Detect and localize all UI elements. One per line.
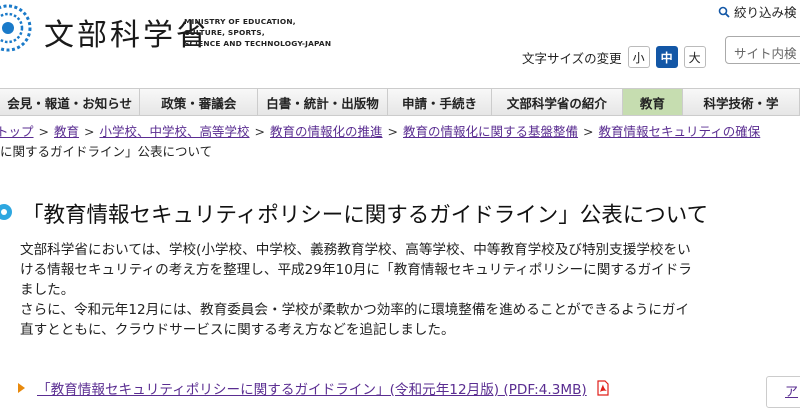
nav-item-about[interactable]: 文部科学省の紹介	[492, 89, 623, 115]
font-size-label: 文字サイズの変更	[522, 50, 622, 66]
refine-search-label: 絞り込み検	[734, 5, 797, 20]
body-paragraph-line: さらに、令和元年12月には、教育委員会・学校が柔軟かつ効率的に環境整備を進めるこ…	[20, 302, 690, 318]
nav-item-press[interactable]: 会見・報道・お知らせ	[0, 89, 141, 115]
body-paragraph-line: ける情報セキュリティの考え方を整理し、平成29年10月に「教育情報セキュリティポ…	[20, 262, 692, 278]
nav-item-publications[interactable]: 白書・統計・出版物	[258, 89, 388, 115]
breadcrumb-link-schools[interactable]: 小学校、中学校、高等学校	[100, 124, 250, 139]
breadcrumb-current: に関するガイドライン」公表について	[0, 144, 213, 159]
guideline-pdf-link[interactable]: 「教育情報セキュリティポリシーに関するガイドライン」(令和元年12月版) (PD…	[37, 378, 587, 398]
breadcrumb-link-infrastructure[interactable]: 教育の情報化に関する基盤整備	[403, 124, 578, 139]
nav-item-procedures[interactable]: 申請・手続き	[387, 89, 493, 115]
font-size-large-button[interactable]: 大	[683, 46, 706, 68]
body-paragraph-line: ました。	[20, 282, 75, 298]
breadcrumb-link-security[interactable]: 教育情報セキュリティの確保	[599, 124, 761, 139]
font-size-switcher: 文字サイズの変更 小 中 大	[522, 46, 706, 68]
nav-item-science[interactable]: 科学技術・学	[683, 89, 800, 115]
page-title-row: 「教育情報セキュリティポリシーに関するガイドライン」公表について	[0, 196, 800, 228]
site-header: 文部科学省 MINISTRY OF EDUCATION, CULTURE, SP…	[0, 0, 800, 88]
font-size-small-button[interactable]: 小	[627, 46, 650, 68]
pdf-download-row: 「教育情報セキュリティポリシーに関するガイドライン」(令和元年12月版) (PD…	[18, 378, 611, 398]
arrow-bullet-icon	[18, 383, 25, 393]
breadcrumb-link-top[interactable]: トップ	[0, 124, 34, 139]
nav-item-policy[interactable]: 政策・審議会	[140, 89, 259, 115]
font-size-medium-button[interactable]: 中	[655, 46, 678, 68]
site-search-input[interactable]: サイト内検	[725, 36, 800, 64]
breadcrumb: トップ > 教育 > 小学校、中学校、高等学校 > 教育の情報化の推進 > 教育の情報化に関する…	[0, 122, 800, 162]
global-nav: 会見・報道・お知らせ 政策・審議会 白書・統計・出版物 申請・手続き 文部科学省…	[0, 88, 800, 116]
page-title: 「教育情報セキュリティポリシーに関するガイドライン」公表について	[22, 203, 709, 228]
breadcrumb-link-informatization[interactable]: 教育の情報化の推進	[270, 124, 383, 139]
nav-item-education[interactable]: 教育	[622, 89, 684, 115]
body-text: 文部科学省においては、学校(小学校、中学校、義務教育学校、高等学校、中等教育学校…	[20, 240, 800, 340]
mext-logo-icon[interactable]	[0, 4, 32, 52]
title-bullet-icon	[0, 204, 12, 220]
refine-search-button[interactable]: 絞り込み検	[718, 2, 797, 21]
related-link-box[interactable]: ア	[766, 376, 800, 408]
refine-search-icon	[718, 6, 730, 18]
breadcrumb-link-education[interactable]: 教育	[54, 124, 79, 139]
logo-text-en: MINISTRY OF EDUCATION, CULTURE, SPORTS, …	[184, 17, 332, 48]
body-paragraph-line: 文部科学省においては、学校(小学校、中学校、義務教育学校、高等学校、中等教育学校…	[20, 242, 691, 258]
body-paragraph-line: 直すとともに、クラウドサービスに関する考え方などを追記しました。	[20, 322, 455, 338]
pdf-file-icon	[597, 380, 609, 396]
